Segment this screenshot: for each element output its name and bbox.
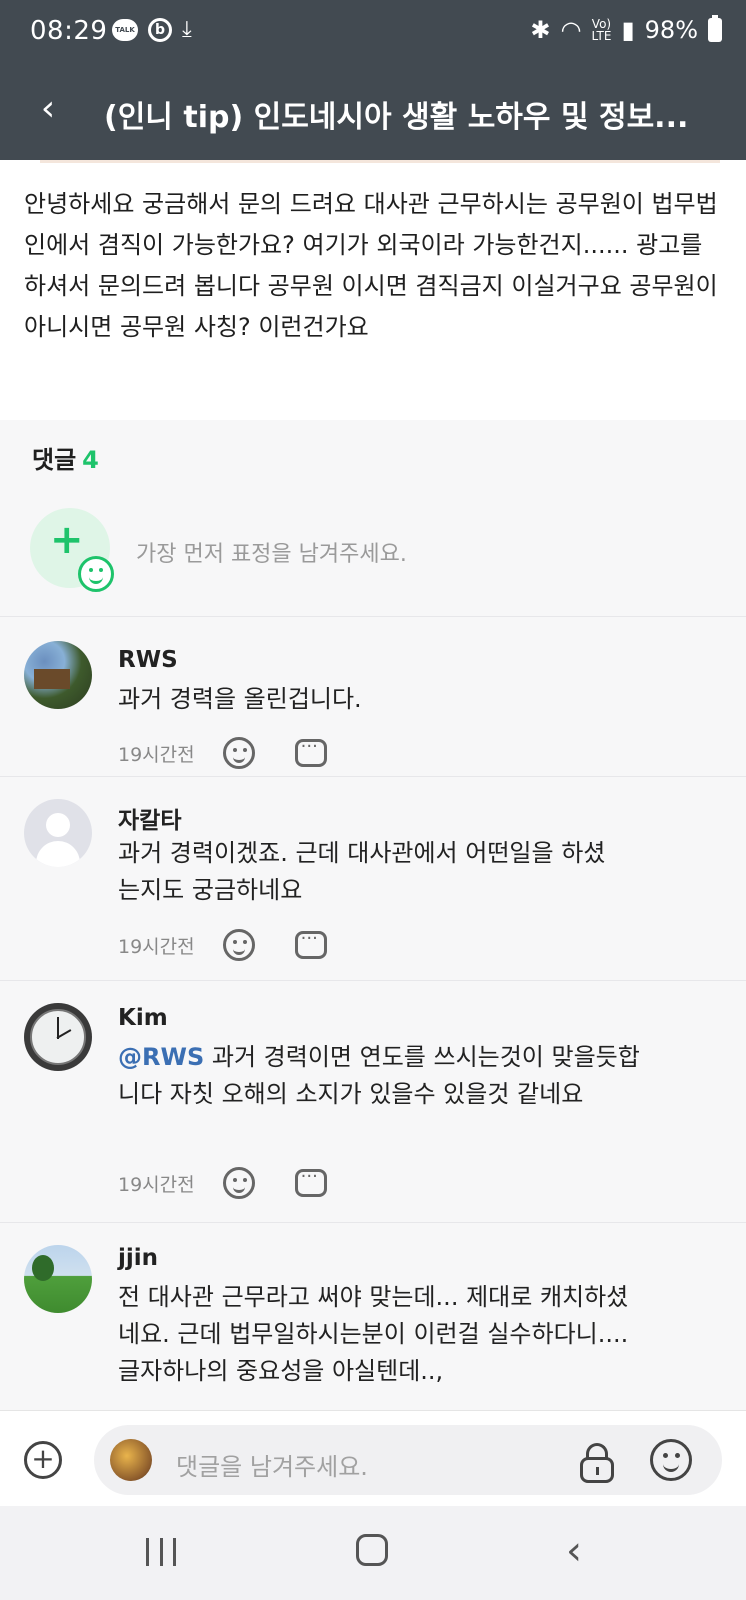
plus-icon: + [50, 517, 84, 563]
reply-bubble-icon[interactable] [294, 736, 327, 767]
battery-percent: 98% [644, 16, 698, 44]
react-emoji-icon[interactable] [222, 929, 255, 961]
comment-item: RWS 과거 경력을 올린겁니다. 19시간전 [0, 616, 746, 776]
comment-text: 과거 경력이겠죠. 근데 대사관에서 어떤일을 하셨는지도 궁금하네요 [118, 839, 606, 904]
mention-link[interactable]: @RWS [118, 1043, 204, 1071]
avatar[interactable] [24, 641, 92, 709]
chevron-left-icon: ‹ [40, 87, 56, 129]
recent-apps-button[interactable] [146, 1538, 176, 1566]
reaction-prompt[interactable]: 가장 먼저 표정을 남겨주세요. [136, 536, 407, 568]
band-icon: b [148, 18, 172, 42]
top-bar: 08:29 TALK b ⤓ ✱ ◠ Vo) LTE ▮ 98% ‹ (인니 ti… [0, 0, 746, 160]
system-navigation-bar: ‹ [0, 1506, 746, 1600]
app-header: ‹ (인니 tip) 인도네시아 생활 노하우 및 정보... [0, 66, 746, 160]
tree-icon [32, 1255, 54, 1281]
react-emoji-icon[interactable] [222, 737, 255, 769]
status-bar: 08:29 TALK b ⤓ ✱ ◠ Vo) LTE ▮ 98% [0, 0, 746, 66]
comment-text: 과거 경력을 올린겁니다. [118, 685, 362, 713]
avatar[interactable] [24, 799, 92, 867]
divider [40, 160, 720, 163]
add-attachment-button[interactable]: + [24, 1441, 62, 1479]
reply-bubble-icon[interactable] [294, 1166, 327, 1197]
comments-count: 4 [82, 446, 99, 474]
comment-input-bar: + 댓글을 남겨주세요. [0, 1410, 746, 1506]
status-time: 08:29 [30, 16, 108, 46]
lock-icon[interactable] [578, 1443, 616, 1483]
bluetooth-icon: ✱ [530, 16, 551, 44]
comments-label: 댓글 [32, 446, 77, 474]
comment-meta: 19시간전 [118, 1166, 327, 1199]
notification-icons: TALK b ⤓ [112, 18, 192, 42]
comment-author[interactable]: Kim [118, 1005, 168, 1031]
comment-author[interactable]: RWS [118, 647, 178, 673]
back-button[interactable]: ‹ [24, 84, 72, 132]
comment-author[interactable]: 자칼타 [118, 801, 181, 835]
react-emoji-icon[interactable] [222, 1167, 255, 1199]
home-button[interactable] [356, 1534, 388, 1566]
comment-author[interactable]: jjin [118, 1245, 158, 1271]
comments-section: 댓글 4 + 가장 먼저 표정을 남겨주세요. RWS 과거 경력을 올린겁니다.… [0, 420, 746, 1410]
smile-icon [78, 556, 114, 592]
comment-item: 자칼타 과거 경력이겠죠. 근데 대사관에서 어떤일을 하셨는지도 궁금하네요 … [0, 776, 746, 980]
lock-body [580, 1457, 614, 1483]
comment-item: Kim @RWS 과거 경력이면 연도를 쓰시는것이 맞을듯합니다 자칫 오해의… [0, 980, 746, 1222]
default-user-body [36, 841, 80, 867]
comment-meta: 19시간전 [118, 928, 327, 961]
comment-input-placeholder[interactable]: 댓글을 남겨주세요. [176, 1447, 368, 1482]
wifi-icon: ◠ [560, 16, 582, 44]
comments-header: 댓글 4 [32, 440, 99, 475]
emoji-icon[interactable] [650, 1439, 692, 1481]
kakaotalk-icon: TALK [112, 19, 138, 41]
post-content: 안녕하세요 궁금해서 문의 드려요 대사관 근무하시는 공무원이 법무법인에서 … [24, 190, 718, 341]
battery-icon [708, 15, 722, 42]
comment-text: 전 대사관 근무라고 써야 맞는데... 제대로 캐치하셨네요. 근데 법무일하… [118, 1283, 629, 1385]
reply-bubble-icon[interactable] [294, 928, 327, 959]
add-reaction-button[interactable]: + [30, 508, 114, 592]
comment-time: 19시간전 [118, 1173, 195, 1196]
default-user-icon [46, 813, 70, 837]
comment-meta: 19시간전 [118, 736, 327, 769]
avatar[interactable] [24, 1245, 92, 1313]
download-icon: ⤓ [182, 17, 192, 42]
comment-text: @RWS 과거 경력이면 연도를 쓰시는것이 맞을듯합니다 자칫 오해의 소지가… [118, 1039, 658, 1113]
page-title: (인니 tip) 인도네시아 생활 노하우 및 정보... [104, 100, 689, 135]
volte-icon: Vo) LTE [591, 17, 612, 43]
comment-time: 19시간전 [118, 743, 195, 766]
comment-input[interactable]: 댓글을 남겨주세요. [94, 1425, 722, 1495]
system-icons: ✱ ◠ Vo) LTE ▮ 98% [530, 15, 722, 44]
comment-item: jjin 전 대사관 근무라고 써야 맞는데... 제대로 캐치하셨네요. 근데… [0, 1222, 746, 1410]
system-back-button[interactable]: ‹ [566, 1528, 582, 1574]
avatar[interactable] [24, 1003, 92, 1071]
signal-icon: ▮ [621, 16, 635, 44]
my-avatar [110, 1439, 152, 1481]
comment-time: 19시간전 [118, 935, 195, 958]
